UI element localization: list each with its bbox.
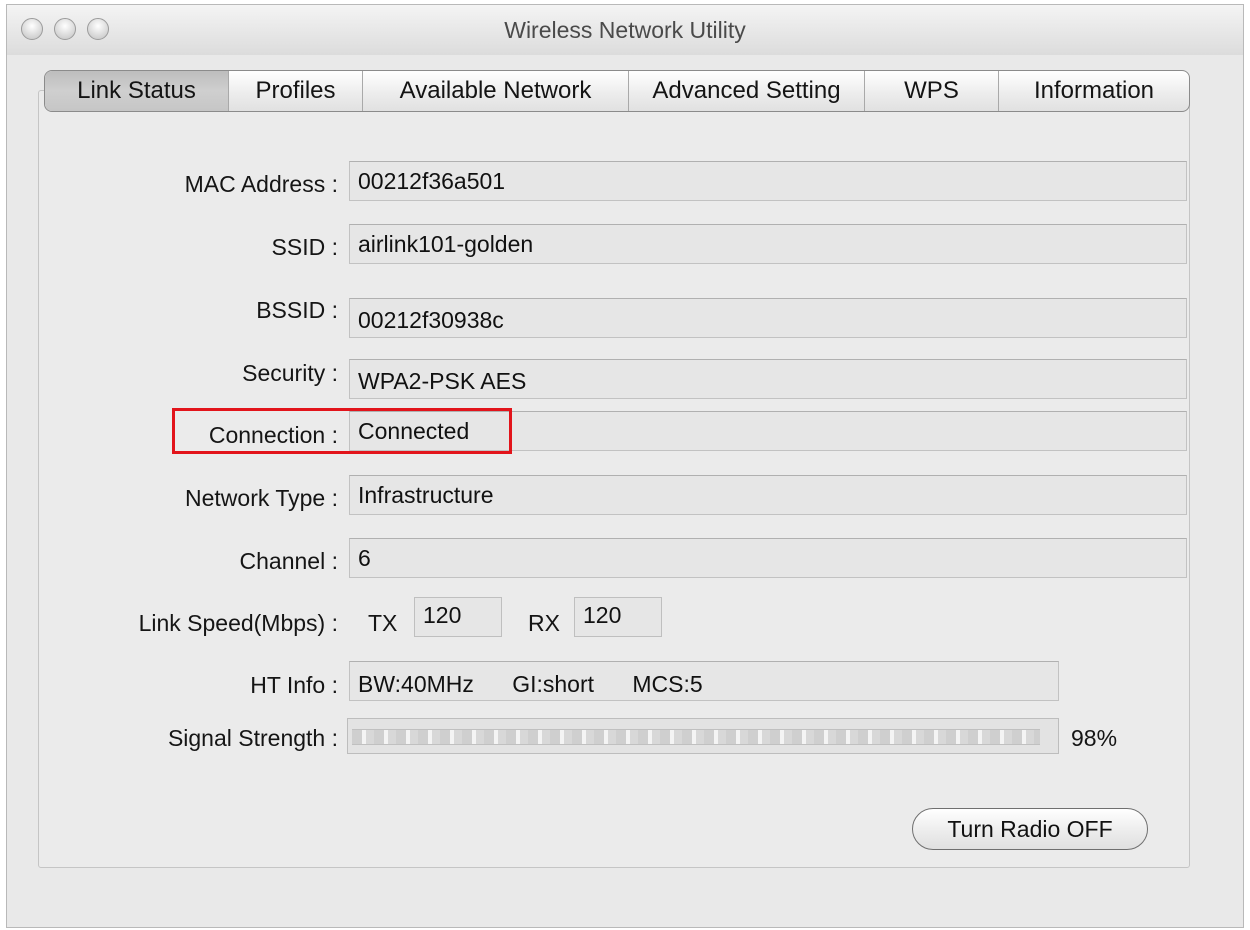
signal-strength-fill	[352, 729, 1040, 745]
signal-strength-label: Signal Strength :	[167, 725, 338, 751]
security-field: WPA2-PSK AES	[349, 359, 1187, 399]
security-label: Security :	[242, 360, 338, 386]
signal-strength-percent: 98%	[1071, 725, 1118, 751]
tab-information[interactable]: Information	[999, 71, 1189, 111]
bssid-field: 00212f30938c	[349, 298, 1187, 338]
network-type-label: Network Type :	[185, 485, 338, 511]
window-title: Wireless Network Utility	[504, 17, 746, 43]
tab-profiles[interactable]: Profiles	[229, 71, 363, 111]
channel-label: Channel :	[239, 548, 338, 574]
connection-highlight-box	[172, 408, 512, 454]
bssid-label: BSSID :	[256, 297, 338, 323]
mac-address-field: 00212f36a501	[349, 161, 1187, 201]
tab-wps[interactable]: WPS	[865, 71, 999, 111]
tab-advanced-setting[interactable]: Advanced Setting	[629, 71, 865, 111]
ssid-label: SSID :	[271, 234, 338, 260]
ht-info-field: BW:40MHz GI:short MCS:5	[349, 661, 1059, 701]
tx-label: TX	[368, 610, 398, 636]
channel-field: 6	[349, 538, 1187, 578]
link-speed-label: Link Speed(Mbps) :	[138, 610, 338, 636]
turn-radio-off-button[interactable]: Turn Radio OFF	[912, 808, 1148, 850]
rx-label: RX	[528, 610, 560, 636]
title-bar: Wireless Network Utility	[7, 5, 1243, 56]
signal-strength-bar	[347, 718, 1059, 754]
ssid-field: airlink101-golden	[349, 224, 1187, 264]
tab-link-status[interactable]: Link Status	[45, 71, 229, 111]
ht-info-label: HT Info :	[250, 672, 338, 698]
tab-bar: Link Status Profiles Available Network A…	[44, 70, 1190, 112]
tx-speed-field: 120	[414, 597, 502, 637]
rx-speed-field: 120	[574, 597, 662, 637]
mac-address-label: MAC Address :	[184, 171, 338, 197]
network-type-field: Infrastructure	[349, 475, 1187, 515]
tab-available-network[interactable]: Available Network	[363, 71, 629, 111]
